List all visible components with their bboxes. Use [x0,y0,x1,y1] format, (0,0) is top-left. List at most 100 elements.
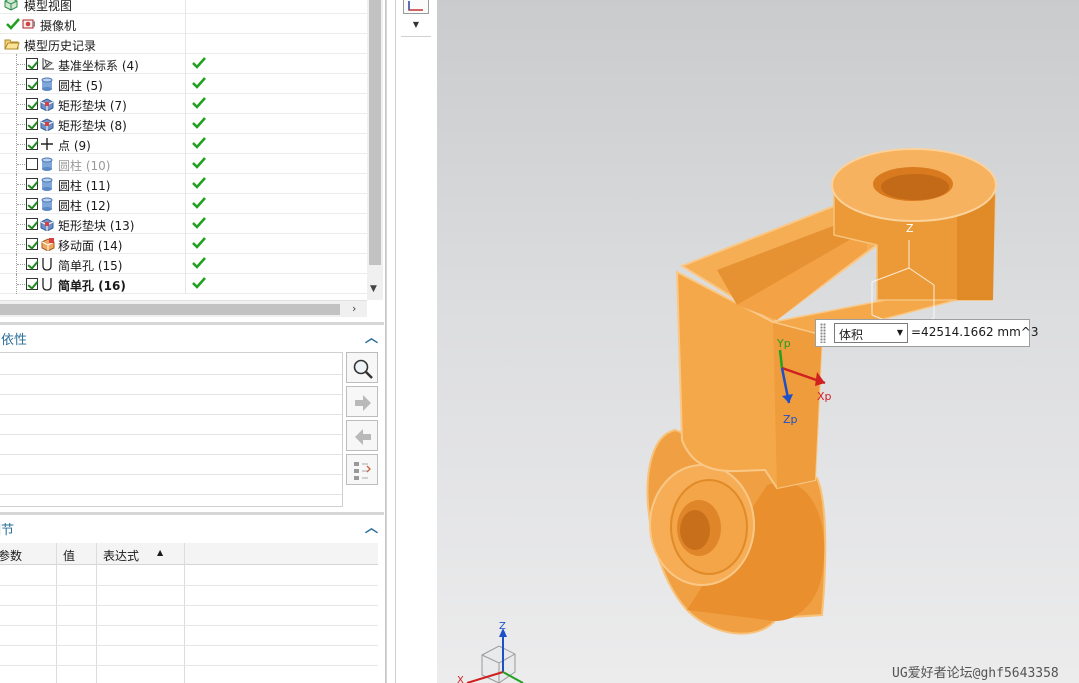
feature-checkbox[interactable] [26,178,38,190]
hole-icon [40,277,54,291]
dependency-tree-button[interactable] [346,454,378,485]
tree-node[interactable]: 圆柱 (12) [0,194,367,214]
status-ok-icon [192,156,206,170]
feature-checkbox[interactable] [26,118,38,130]
arrow-right-icon [355,395,371,411]
triad-x-label: X [457,675,464,683]
feature-checkbox[interactable] [26,198,38,210]
tree-node[interactable]: 矩形垫块 (8) [0,114,367,134]
tree-node-label: 模型视图 [24,0,73,13]
scroll-down-icon[interactable]: ▼ [370,284,377,294]
next-button[interactable] [346,386,378,417]
xp-axis-label: Xp [817,390,832,403]
sort-ascending-icon[interactable]: ▲ [157,548,163,557]
dependency-tree-icon [354,462,371,480]
chevron-down-icon[interactable]: ▼ [897,328,903,337]
feature-checkbox[interactable] [26,98,38,110]
tree-node[interactable]: 模型历史记录 [0,34,367,54]
cylinder-icon [40,197,54,211]
status-ok-icon [192,196,206,210]
cylinder-icon [40,157,54,171]
tree-node[interactable]: 移动面 (14) [0,234,367,254]
feature-checkbox[interactable] [26,278,38,290]
status-ok-icon [192,76,206,90]
dependencies-grid [0,352,343,507]
collapse-chevron-icon[interactable]: ︿ [365,327,378,346]
point-icon [40,137,54,151]
model-history-tree: 模型视图摄像机 模型历史记录基准坐标系 (4) 圆柱 (5) 矩形垫块 (7) 矩形垫块… [0,0,383,318]
status-ok-icon [192,176,206,190]
pad-icon [40,217,54,232]
tree-node-label: 基准坐标系 (4) [58,59,139,73]
feature-checkbox[interactable] [26,78,38,90]
camera-icon [22,17,36,34]
tree-node[interactable]: 模型视图 [0,0,367,14]
measure-type-select[interactable]: 体积 ▼ [834,323,908,343]
status-ok-icon [192,136,206,150]
measure-type-value: 体积 [839,328,864,342]
feature-checkbox[interactable] [26,158,38,170]
arrow-left-icon [355,429,371,445]
triad-z-label: Z [499,621,506,632]
tree-node-label: 矩形垫块 (7) [58,99,127,113]
tree-node[interactable]: 简单孔 (15) [0,254,367,274]
dependencies-title: 相依性 [0,333,28,348]
details-title: 细节 [0,523,15,538]
cylinder-icon [40,177,54,191]
drag-handle-icon[interactable] [820,323,826,343]
collapse-chevron-icon[interactable]: ︿ [365,517,378,536]
tree-node[interactable]: 圆柱 (5) [0,74,367,94]
dependencies-header[interactable]: 相依性 ︿ [0,322,384,348]
view-triad-icon [466,628,524,683]
watermark-text: UG爱好者论坛@ghf5643358 [892,666,1059,681]
model-views-icon [4,0,18,14]
tree-horizontal-scrollbar[interactable]: › [0,300,367,317]
feature-checkbox[interactable] [26,218,38,230]
status-ok-icon [192,276,206,290]
status-ok-icon [192,96,206,110]
tree-vertical-scrollbar[interactable]: ▼ [367,0,383,300]
feature-checkbox[interactable] [26,138,38,150]
tree-node[interactable]: 圆柱 (10) [0,154,367,174]
measure-result: =42514.1662 mm^3 [911,325,1039,339]
details-header[interactable]: 细节 ︿ [0,512,384,538]
tree-node-label: 圆柱 (12) [58,199,111,213]
tree-node[interactable]: 矩形垫块 (13) [0,214,367,234]
scroll-thumb[interactable] [369,0,381,265]
feature-checkbox[interactable] [26,258,38,270]
scroll-thumb[interactable] [0,304,340,315]
scroll-right-icon[interactable]: › [352,302,356,315]
check-icon [6,17,20,34]
measure-annotation[interactable]: 体积 ▼ =42514.1662 mm^3 [815,319,1038,347]
tree-node-label: 矩形垫块 (13) [58,219,135,233]
csys-icon [408,1,423,11]
previous-button[interactable] [346,420,378,451]
tree-node[interactable]: 摄像机 [0,14,367,34]
tree-node-label: 圆柱 (5) [58,79,103,93]
cylinder-icon [40,77,54,91]
more-dropdown-button[interactable]: ▼ [403,16,429,34]
tree-node[interactable]: 基准坐标系 (4) [0,54,367,74]
feature-checkbox[interactable] [26,58,38,70]
column-parameter[interactable]: 参数 [0,547,22,564]
status-ok-icon [192,256,206,270]
tree-node[interactable]: 点 (9) [0,134,367,154]
csys-button[interactable] [403,0,429,14]
pad-icon [40,97,54,112]
column-expression[interactable]: 表达式 [103,547,139,564]
tree-node[interactable]: 矩形垫块 (7) [0,94,367,114]
tree-node-label: 摄像机 [40,19,77,33]
details-table: 参数 值 表达式 ▲ [0,543,378,683]
tree-node-label: 点 (9) [58,139,91,153]
resource-bar: ▼ [386,0,437,683]
pad-icon [40,117,54,132]
status-ok-icon [192,216,206,230]
tree-node[interactable]: 圆柱 (11) [0,174,367,194]
feature-checkbox[interactable] [26,238,38,250]
tree-node-label: 圆柱 (10) [58,159,111,173]
tree-node-label: 矩形垫块 (8) [58,119,127,133]
search-button[interactable] [346,352,378,383]
column-value[interactable]: 值 [63,547,75,564]
zp-axis-label: Zp [783,413,798,426]
tree-node[interactable]: 简单孔 (16) [0,274,367,294]
